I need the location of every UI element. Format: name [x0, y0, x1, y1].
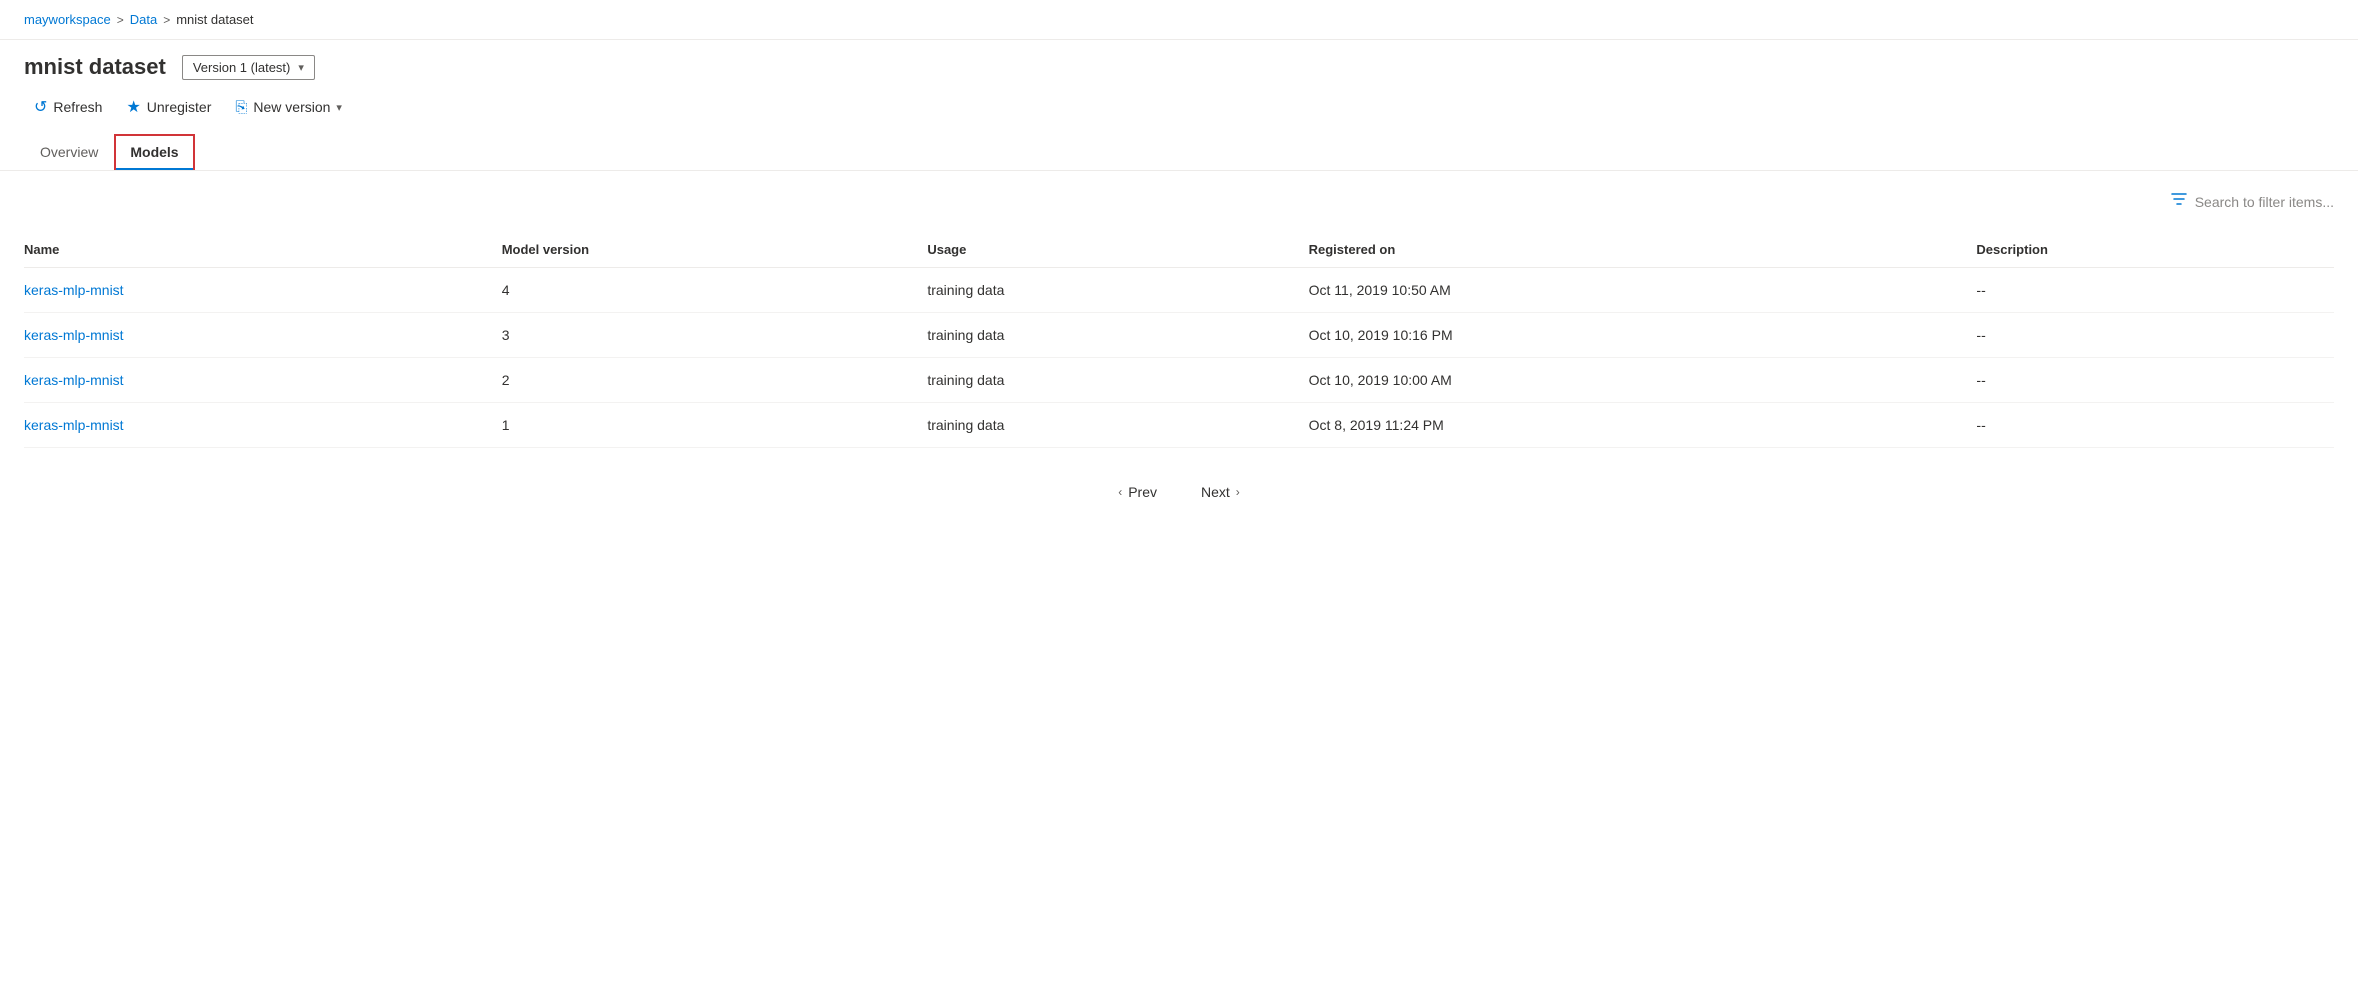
models-table: Name Model version Usage Registered on D…: [24, 232, 2334, 448]
prev-label: Prev: [1128, 484, 1157, 500]
row-model-version-1: 3: [502, 313, 928, 358]
page-title: mnist dataset: [24, 54, 166, 80]
row-description-0: --: [1976, 268, 2334, 313]
page-header: mnist dataset Version 1 (latest) ▾ ↺ Ref…: [0, 40, 2358, 134]
row-registered-on-0: Oct 11, 2019 10:50 AM: [1309, 268, 1977, 313]
refresh-button[interactable]: ↺ Refresh: [24, 92, 112, 122]
row-registered-on-2: Oct 10, 2019 10:00 AM: [1309, 358, 1977, 403]
next-label: Next: [1201, 484, 1230, 500]
tab-overview[interactable]: Overview: [24, 134, 114, 170]
breadcrumb: mayworkspace > Data > mnist dataset: [0, 0, 2358, 40]
version-selector[interactable]: Version 1 (latest) ▾: [182, 55, 315, 80]
row-usage-2: training data: [927, 358, 1308, 403]
col-name: Name: [24, 232, 502, 268]
search-bar: Search to filter items...: [24, 191, 2334, 212]
filter-icon: [2171, 191, 2187, 212]
col-usage: Usage: [927, 232, 1308, 268]
breadcrumb-data[interactable]: Data: [130, 12, 157, 27]
breadcrumb-current: mnist dataset: [176, 12, 253, 27]
row-usage-1: training data: [927, 313, 1308, 358]
tabs-container: Overview Models: [0, 134, 2358, 171]
col-registered-on: Registered on: [1309, 232, 1977, 268]
prev-arrow-icon: ‹: [1118, 485, 1122, 499]
row-description-2: --: [1976, 358, 2334, 403]
new-version-label: New version: [253, 99, 330, 115]
tab-models[interactable]: Models: [114, 134, 194, 170]
next-arrow-icon: ›: [1236, 485, 1240, 499]
new-version-icon: ⎘: [235, 99, 247, 116]
search-placeholder: Search to filter items...: [2195, 194, 2334, 210]
row-name-3[interactable]: keras-mlp-mnist: [24, 403, 502, 448]
row-description-1: --: [1976, 313, 2334, 358]
toolbar: ↺ Refresh ★ Unregister ⎘ New version ▾: [24, 92, 2334, 134]
row-registered-on-3: Oct 8, 2019 11:24 PM: [1309, 403, 1977, 448]
new-version-button[interactable]: ⎘ New version ▾: [225, 94, 352, 121]
version-label: Version 1 (latest): [193, 60, 291, 75]
row-model-version-0: 4: [502, 268, 928, 313]
row-name-2[interactable]: keras-mlp-mnist: [24, 358, 502, 403]
row-usage-0: training data: [927, 268, 1308, 313]
row-model-version-2: 2: [502, 358, 928, 403]
table-row: keras-mlp-mnist 2 training data Oct 10, …: [24, 358, 2334, 403]
table-row: keras-mlp-mnist 1 training data Oct 8, 2…: [24, 403, 2334, 448]
table-row: keras-mlp-mnist 3 training data Oct 10, …: [24, 313, 2334, 358]
row-name-0[interactable]: keras-mlp-mnist: [24, 268, 502, 313]
row-model-version-3: 1: [502, 403, 928, 448]
refresh-icon: ↺: [34, 97, 47, 117]
col-description: Description: [1976, 232, 2334, 268]
chevron-down-icon: ▾: [298, 61, 304, 74]
breadcrumb-workspace[interactable]: mayworkspace: [24, 12, 111, 27]
row-name-1[interactable]: keras-mlp-mnist: [24, 313, 502, 358]
col-model-version: Model version: [502, 232, 928, 268]
new-version-chevron-icon: ▾: [336, 101, 342, 114]
main-content: Search to filter items... Name Model ver…: [0, 171, 2358, 546]
prev-button[interactable]: ‹ Prev: [1108, 478, 1167, 506]
unregister-label: Unregister: [147, 99, 212, 115]
breadcrumb-sep2: >: [163, 13, 170, 27]
unregister-button[interactable]: ★ Unregister: [116, 92, 221, 122]
row-registered-on-1: Oct 10, 2019 10:16 PM: [1309, 313, 1977, 358]
refresh-label: Refresh: [53, 99, 102, 115]
table-row: keras-mlp-mnist 4 training data Oct 11, …: [24, 268, 2334, 313]
row-usage-3: training data: [927, 403, 1308, 448]
row-description-3: --: [1976, 403, 2334, 448]
search-filter-wrap[interactable]: Search to filter items...: [2171, 191, 2334, 212]
pagination: ‹ Prev Next ›: [24, 478, 2334, 526]
star-icon: ★: [126, 97, 140, 117]
breadcrumb-sep1: >: [117, 13, 124, 27]
next-button[interactable]: Next ›: [1191, 478, 1250, 506]
